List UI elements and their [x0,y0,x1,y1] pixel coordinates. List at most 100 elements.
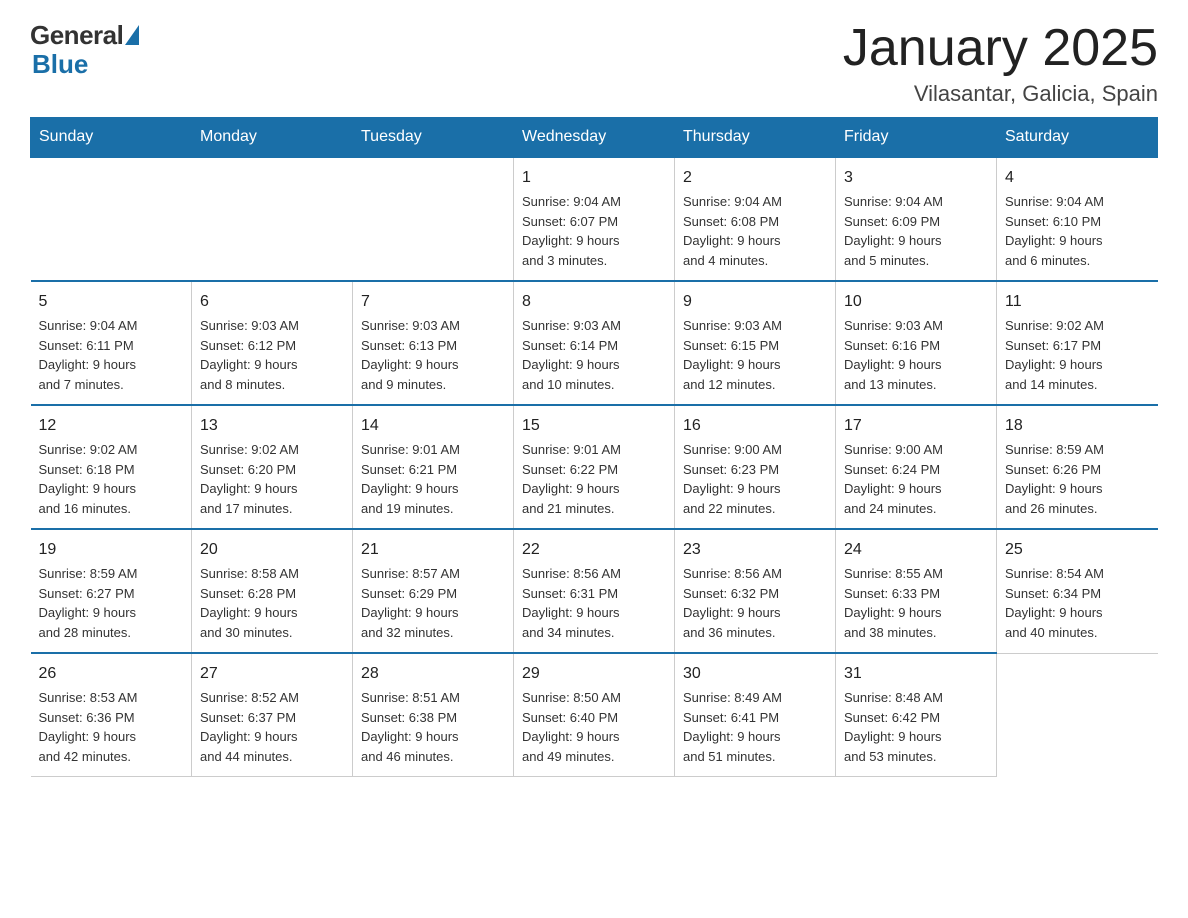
page-header: General Blue January 2025 Vilasantar, Ga… [30,20,1158,107]
day-info: Sunrise: 9:03 AM Sunset: 6:15 PM Dayligh… [683,316,827,394]
calendar-cell: 31Sunrise: 8:48 AM Sunset: 6:42 PM Dayli… [836,653,997,777]
calendar-cell: 16Sunrise: 9:00 AM Sunset: 6:23 PM Dayli… [675,405,836,529]
day-number: 15 [522,414,666,438]
column-header-tuesday: Tuesday [353,118,514,158]
column-header-monday: Monday [192,118,353,158]
day-info: Sunrise: 8:58 AM Sunset: 6:28 PM Dayligh… [200,564,344,642]
calendar-cell: 3Sunrise: 9:04 AM Sunset: 6:09 PM Daylig… [836,157,997,281]
column-header-saturday: Saturday [997,118,1158,158]
calendar-cell: 10Sunrise: 9:03 AM Sunset: 6:16 PM Dayli… [836,281,997,405]
day-info: Sunrise: 9:03 AM Sunset: 6:16 PM Dayligh… [844,316,988,394]
column-header-thursday: Thursday [675,118,836,158]
day-number: 7 [361,290,505,314]
calendar-cell: 23Sunrise: 8:56 AM Sunset: 6:32 PM Dayli… [675,529,836,653]
calendar-cell [192,157,353,281]
day-info: Sunrise: 9:03 AM Sunset: 6:12 PM Dayligh… [200,316,344,394]
day-number: 8 [522,290,666,314]
calendar-table: SundayMondayTuesdayWednesdayThursdayFrid… [30,117,1158,777]
day-number: 5 [39,290,184,314]
day-number: 16 [683,414,827,438]
calendar-cell [353,157,514,281]
day-info: Sunrise: 9:02 AM Sunset: 6:20 PM Dayligh… [200,440,344,518]
calendar-cell: 6Sunrise: 9:03 AM Sunset: 6:12 PM Daylig… [192,281,353,405]
day-number: 26 [39,662,184,686]
day-info: Sunrise: 9:03 AM Sunset: 6:14 PM Dayligh… [522,316,666,394]
calendar-cell: 26Sunrise: 8:53 AM Sunset: 6:36 PM Dayli… [31,653,192,777]
day-info: Sunrise: 9:00 AM Sunset: 6:23 PM Dayligh… [683,440,827,518]
calendar-cell: 28Sunrise: 8:51 AM Sunset: 6:38 PM Dayli… [353,653,514,777]
calendar-cell [31,157,192,281]
day-info: Sunrise: 9:04 AM Sunset: 6:09 PM Dayligh… [844,192,988,270]
day-info: Sunrise: 8:57 AM Sunset: 6:29 PM Dayligh… [361,564,505,642]
day-info: Sunrise: 8:55 AM Sunset: 6:33 PM Dayligh… [844,564,988,642]
calendar-cell: 17Sunrise: 9:00 AM Sunset: 6:24 PM Dayli… [836,405,997,529]
day-number: 14 [361,414,505,438]
day-info: Sunrise: 8:51 AM Sunset: 6:38 PM Dayligh… [361,688,505,766]
calendar-cell: 1Sunrise: 9:04 AM Sunset: 6:07 PM Daylig… [514,157,675,281]
calendar-cell: 25Sunrise: 8:54 AM Sunset: 6:34 PM Dayli… [997,529,1158,653]
day-number: 9 [683,290,827,314]
day-info: Sunrise: 8:56 AM Sunset: 6:32 PM Dayligh… [683,564,827,642]
calendar-subtitle: Vilasantar, Galicia, Spain [843,81,1158,107]
day-number: 31 [844,662,988,686]
column-header-wednesday: Wednesday [514,118,675,158]
calendar-cell: 2Sunrise: 9:04 AM Sunset: 6:08 PM Daylig… [675,157,836,281]
day-info: Sunrise: 9:02 AM Sunset: 6:17 PM Dayligh… [1005,316,1150,394]
day-number: 13 [200,414,344,438]
day-info: Sunrise: 8:48 AM Sunset: 6:42 PM Dayligh… [844,688,988,766]
day-number: 28 [361,662,505,686]
day-number: 2 [683,166,827,190]
logo-blue-text: Blue [32,49,88,80]
day-info: Sunrise: 9:04 AM Sunset: 6:10 PM Dayligh… [1005,192,1150,270]
title-block: January 2025 Vilasantar, Galicia, Spain [843,20,1158,107]
calendar-week-row: 1Sunrise: 9:04 AM Sunset: 6:07 PM Daylig… [31,157,1158,281]
calendar-cell [997,653,1158,777]
day-info: Sunrise: 8:50 AM Sunset: 6:40 PM Dayligh… [522,688,666,766]
day-number: 11 [1005,290,1150,314]
calendar-cell: 20Sunrise: 8:58 AM Sunset: 6:28 PM Dayli… [192,529,353,653]
day-number: 23 [683,538,827,562]
calendar-week-row: 26Sunrise: 8:53 AM Sunset: 6:36 PM Dayli… [31,653,1158,777]
calendar-cell: 21Sunrise: 8:57 AM Sunset: 6:29 PM Dayli… [353,529,514,653]
calendar-cell: 9Sunrise: 9:03 AM Sunset: 6:15 PM Daylig… [675,281,836,405]
day-info: Sunrise: 9:02 AM Sunset: 6:18 PM Dayligh… [39,440,184,518]
day-info: Sunrise: 9:01 AM Sunset: 6:21 PM Dayligh… [361,440,505,518]
calendar-cell: 30Sunrise: 8:49 AM Sunset: 6:41 PM Dayli… [675,653,836,777]
day-number: 1 [522,166,666,190]
calendar-week-row: 12Sunrise: 9:02 AM Sunset: 6:18 PM Dayli… [31,405,1158,529]
logo-triangle-icon [125,25,139,45]
calendar-cell: 19Sunrise: 8:59 AM Sunset: 6:27 PM Dayli… [31,529,192,653]
calendar-week-row: 19Sunrise: 8:59 AM Sunset: 6:27 PM Dayli… [31,529,1158,653]
calendar-header-row: SundayMondayTuesdayWednesdayThursdayFrid… [31,118,1158,158]
day-info: Sunrise: 9:04 AM Sunset: 6:07 PM Dayligh… [522,192,666,270]
logo: General Blue [30,20,139,80]
day-info: Sunrise: 8:56 AM Sunset: 6:31 PM Dayligh… [522,564,666,642]
logo-general-text: General [30,20,123,51]
calendar-cell: 7Sunrise: 9:03 AM Sunset: 6:13 PM Daylig… [353,281,514,405]
day-number: 17 [844,414,988,438]
day-number: 3 [844,166,988,190]
calendar-cell: 13Sunrise: 9:02 AM Sunset: 6:20 PM Dayli… [192,405,353,529]
calendar-cell: 29Sunrise: 8:50 AM Sunset: 6:40 PM Dayli… [514,653,675,777]
day-number: 30 [683,662,827,686]
calendar-cell: 18Sunrise: 8:59 AM Sunset: 6:26 PM Dayli… [997,405,1158,529]
day-info: Sunrise: 9:03 AM Sunset: 6:13 PM Dayligh… [361,316,505,394]
calendar-cell: 14Sunrise: 9:01 AM Sunset: 6:21 PM Dayli… [353,405,514,529]
day-number: 12 [39,414,184,438]
day-number: 20 [200,538,344,562]
day-info: Sunrise: 9:04 AM Sunset: 6:08 PM Dayligh… [683,192,827,270]
calendar-cell: 4Sunrise: 9:04 AM Sunset: 6:10 PM Daylig… [997,157,1158,281]
calendar-title: January 2025 [843,20,1158,77]
day-number: 24 [844,538,988,562]
calendar-cell: 12Sunrise: 9:02 AM Sunset: 6:18 PM Dayli… [31,405,192,529]
day-info: Sunrise: 9:04 AM Sunset: 6:11 PM Dayligh… [39,316,184,394]
day-info: Sunrise: 8:53 AM Sunset: 6:36 PM Dayligh… [39,688,184,766]
calendar-week-row: 5Sunrise: 9:04 AM Sunset: 6:11 PM Daylig… [31,281,1158,405]
day-number: 4 [1005,166,1150,190]
column-header-sunday: Sunday [31,118,192,158]
calendar-cell: 15Sunrise: 9:01 AM Sunset: 6:22 PM Dayli… [514,405,675,529]
day-info: Sunrise: 8:54 AM Sunset: 6:34 PM Dayligh… [1005,564,1150,642]
calendar-cell: 22Sunrise: 8:56 AM Sunset: 6:31 PM Dayli… [514,529,675,653]
day-number: 6 [200,290,344,314]
calendar-cell: 11Sunrise: 9:02 AM Sunset: 6:17 PM Dayli… [997,281,1158,405]
